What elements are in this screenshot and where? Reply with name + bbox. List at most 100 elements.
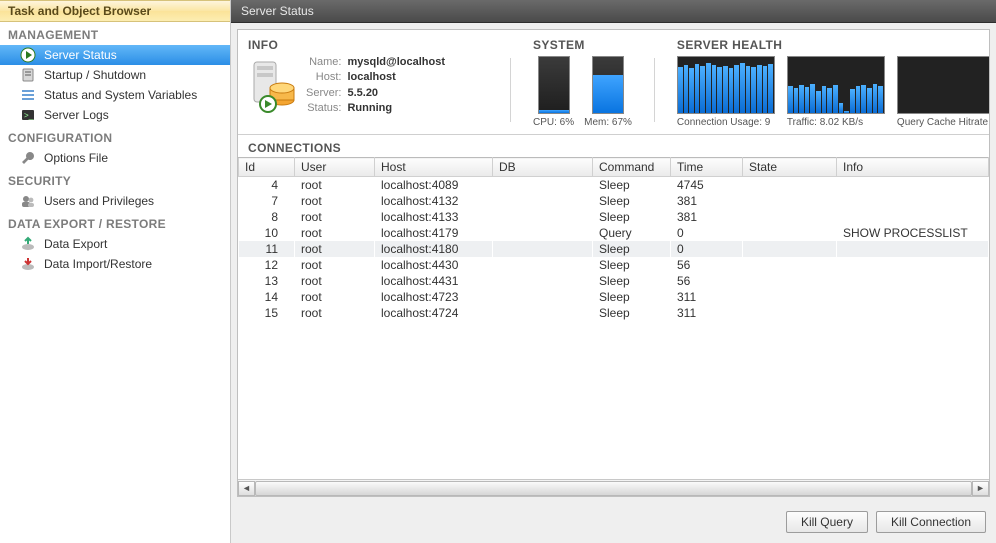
table-row[interactable]: 14rootlocalhost:4723Sleep311	[239, 289, 989, 305]
connections-table[interactable]: IdUserHostDBCommandTimeStateInfo 4rootlo…	[238, 157, 989, 321]
section-header: CONFIGURATION	[0, 125, 230, 148]
import-icon	[20, 256, 36, 272]
scrollbar-thumb[interactable]	[255, 481, 972, 496]
list-icon	[20, 87, 36, 103]
users-icon	[20, 193, 36, 209]
cell-id: 13	[239, 273, 295, 289]
cell-db	[493, 289, 593, 305]
table-row[interactable]: 12rootlocalhost:4430Sleep56	[239, 257, 989, 273]
cell-user: root	[295, 257, 375, 273]
sidebar-item-label: Options File	[44, 151, 108, 165]
column-header-host[interactable]: Host	[375, 158, 493, 177]
divider	[510, 58, 511, 122]
column-header-user[interactable]: User	[295, 158, 375, 177]
cell-command: Sleep	[593, 193, 671, 209]
table-row[interactable]: 8rootlocalhost:4133 Sleep381	[239, 209, 989, 225]
cell-id: 7	[239, 193, 295, 209]
cell-host: localhost:4724	[375, 305, 493, 321]
column-header-db[interactable]: DB	[493, 158, 593, 177]
column-header-id[interactable]: Id	[239, 158, 295, 177]
sidebar-item-users-and-privileges[interactable]: Users and Privileges	[0, 191, 230, 211]
cell-host: localhost:4133	[375, 209, 493, 225]
cell-db	[493, 193, 593, 209]
info-status-label: Status:	[306, 102, 341, 116]
gauge-label: CPU: 6%	[533, 117, 574, 128]
sidebar-item-label: Server Logs	[44, 108, 109, 122]
sidebar-item-data-export[interactable]: Data Export	[0, 234, 230, 254]
cell-time: 381	[671, 209, 743, 225]
sidebar-item-label: Users and Privileges	[44, 194, 154, 208]
sidebar-item-label: Data Export	[44, 237, 107, 251]
cell-user: root	[295, 289, 375, 305]
table-row[interactable]: 4rootlocalhost:4089Sleep4745	[239, 177, 989, 194]
cell-time: 311	[671, 305, 743, 321]
gauge-label: Mem: 67%	[584, 117, 632, 128]
cell-info	[837, 289, 989, 305]
server-image-icon	[248, 56, 298, 116]
sidebar-item-status-and-system-variables[interactable]: Status and System Variables	[0, 85, 230, 105]
table-row[interactable]: 13rootlocalhost:4431Sleep56	[239, 273, 989, 289]
cell-host: localhost:4179	[375, 225, 493, 241]
cell-info	[837, 177, 989, 194]
column-header-time[interactable]: Time	[671, 158, 743, 177]
scroll-right-icon[interactable]: ►	[972, 481, 989, 496]
info-name-value: mysqld@localhost	[347, 56, 445, 70]
sidebar-item-label: Startup / Shutdown	[44, 68, 146, 82]
sidebar-item-startup-shutdown[interactable]: Startup / Shutdown	[0, 65, 230, 85]
table-row[interactable]: 15rootlocalhost:4724Sleep311	[239, 305, 989, 321]
cell-id: 15	[239, 305, 295, 321]
sidebar-item-data-import-restore[interactable]: Data Import/Restore	[0, 254, 230, 274]
sidebar-item-options-file[interactable]: Options File	[0, 148, 230, 168]
cell-db	[493, 305, 593, 321]
cell-db	[493, 177, 593, 194]
cell-command: Sleep	[593, 273, 671, 289]
cell-state	[743, 225, 837, 241]
column-header-state[interactable]: State	[743, 158, 837, 177]
column-header-info[interactable]: Info	[837, 158, 989, 177]
divider	[654, 58, 655, 122]
cell-host: localhost:4132	[375, 193, 493, 209]
top-panel: INFO	[238, 30, 989, 135]
scroll-left-icon[interactable]: ◄	[238, 481, 255, 496]
health-chart	[677, 56, 775, 114]
horizontal-scrollbar[interactable]: ◄ ►	[238, 479, 989, 496]
cell-command: Sleep	[593, 209, 671, 225]
system-panel: SYSTEM CPU: 6%Mem: 67%	[533, 38, 632, 128]
sidebar-item-label: Status and System Variables	[44, 88, 197, 102]
cell-id: 8	[239, 209, 295, 225]
table-row[interactable]: 11rootlocalhost:4180Sleep0	[239, 241, 989, 257]
cell-host: localhost:4430	[375, 257, 493, 273]
column-header-command[interactable]: Command	[593, 158, 671, 177]
health-item: Traffic: 8.02 KB/s	[787, 56, 885, 128]
info-server-value: 5.5.20	[347, 87, 445, 101]
cell-user: root	[295, 209, 375, 225]
info-host-label: Host:	[306, 71, 341, 85]
health-item: Query Cache Hitrate: 0.00%	[897, 56, 989, 128]
info-host-value: localhost	[347, 71, 445, 85]
cell-command: Sleep	[593, 241, 671, 257]
gauge: Mem: 67%	[584, 56, 632, 128]
content-panel: INFO	[237, 29, 990, 497]
sidebar-title: Task and Object Browser	[0, 0, 230, 22]
cell-state	[743, 193, 837, 209]
kill-connection-button[interactable]: Kill Connection	[876, 511, 986, 533]
section-header: SECURITY	[0, 168, 230, 191]
cell-user: root	[295, 177, 375, 194]
terminal-icon: >_	[20, 107, 36, 123]
table-row[interactable]: 10rootlocalhost:4179Query0SHOW PROCESSLI…	[239, 225, 989, 241]
health-label: Connection Usage: 9	[677, 117, 775, 128]
kill-query-button[interactable]: Kill Query	[786, 511, 868, 533]
sidebar-item-server-logs[interactable]: >_ Server Logs	[0, 105, 230, 125]
cell-info	[837, 305, 989, 321]
cell-time: 56	[671, 257, 743, 273]
table-row[interactable]: 7rootlocalhost:4132Sleep381	[239, 193, 989, 209]
cell-command: Sleep	[593, 257, 671, 273]
sidebar-item-server-status[interactable]: Server Status	[0, 45, 230, 65]
server-icon	[20, 67, 36, 83]
section-header: MANAGEMENT	[0, 22, 230, 45]
cell-db	[493, 225, 593, 241]
cell-db	[493, 209, 593, 225]
cell-state	[743, 209, 837, 225]
cell-info	[837, 193, 989, 209]
cell-id: 4	[239, 177, 295, 194]
